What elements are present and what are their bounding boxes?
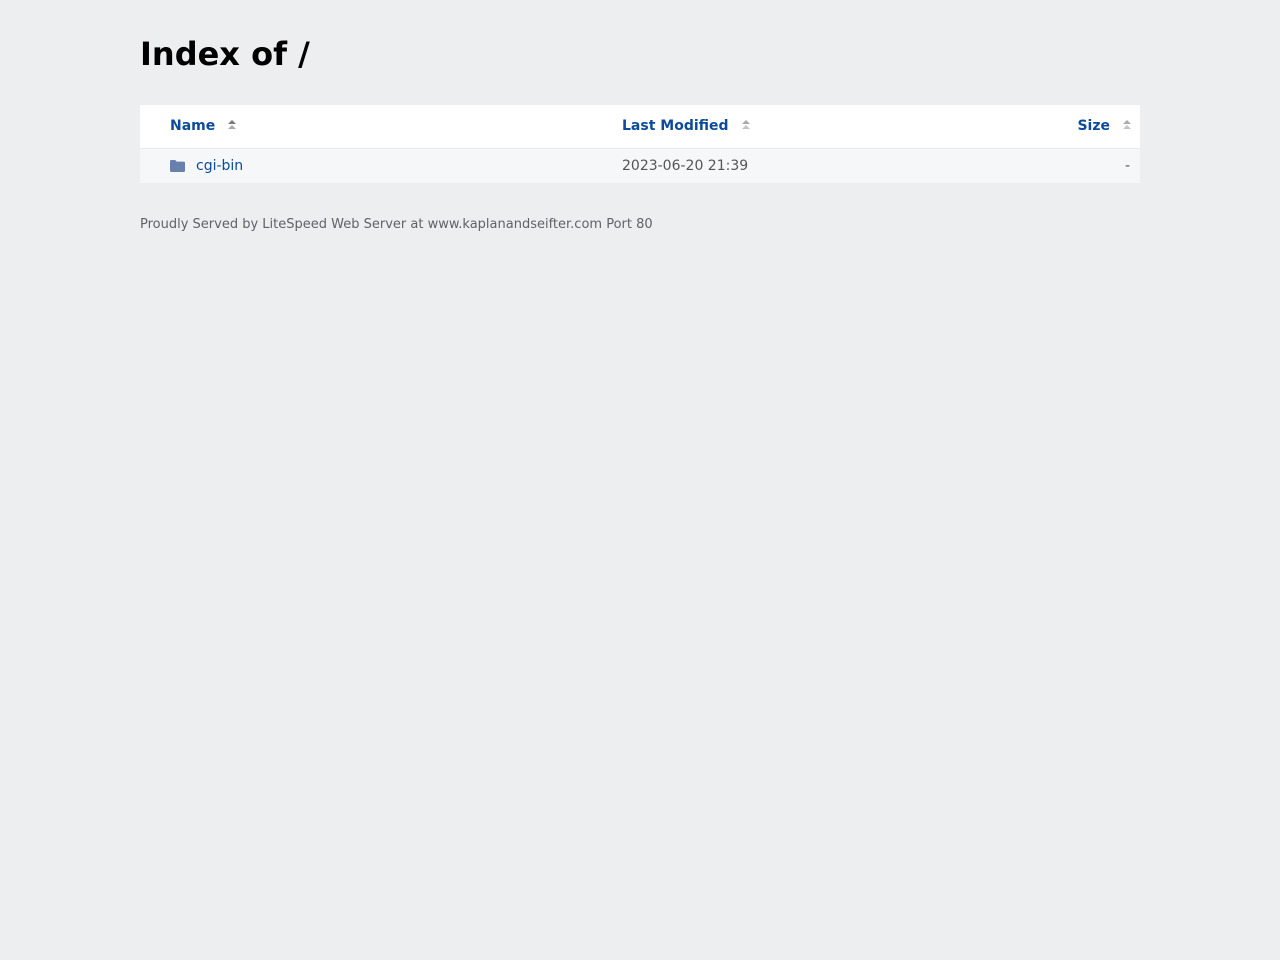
sort-by-name-link[interactable]: Name <box>170 118 215 134</box>
sort-by-size-link[interactable]: Size <box>1077 118 1110 134</box>
directory-listing-table: Name Last Modified Size cgi-bin 2023-06-… <box>140 105 1140 183</box>
column-header-last-modified: Last Modified <box>622 105 1022 148</box>
sort-ascending-icon[interactable] <box>227 119 237 131</box>
file-link[interactable]: cgi-bin <box>196 158 243 174</box>
server-footer: Proudly Served by LiteSpeed Web Server a… <box>140 217 653 232</box>
table-header-row: Name Last Modified Size <box>140 105 1140 148</box>
sort-by-last-modified-link[interactable]: Last Modified <box>622 118 729 134</box>
folder-icon <box>170 159 185 172</box>
page-title: Index of / <box>140 35 310 73</box>
table-row: cgi-bin 2023-06-20 21:39 - <box>140 148 1140 183</box>
sort-icon[interactable] <box>1122 119 1132 131</box>
size-cell: - <box>1124 157 1130 174</box>
last-modified-cell: 2023-06-20 21:39 <box>622 157 749 174</box>
column-header-size: Size <box>1022 105 1140 148</box>
file-name-cell: cgi-bin <box>140 148 622 183</box>
sort-icon[interactable] <box>741 119 751 131</box>
column-header-name: Name <box>140 105 622 148</box>
